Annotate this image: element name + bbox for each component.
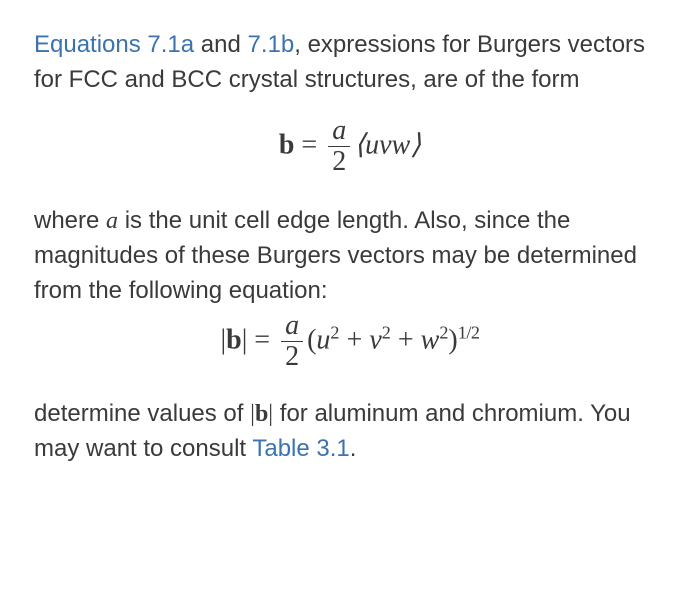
eq1-frac-num: a — [328, 116, 350, 148]
paragraph-2: where a is the unit cell edge length. Al… — [34, 204, 666, 308]
eq2-equals: = — [247, 324, 277, 355]
eq2-u: u — [316, 324, 330, 355]
eq2-frac-num: a — [281, 311, 303, 343]
text: and — [194, 31, 247, 58]
link-eq-7-1b[interactable]: 7.1b — [248, 31, 295, 58]
eq2-frac-den: 2 — [281, 342, 303, 373]
eq2-v-sq: 2 — [382, 322, 391, 342]
link-eq-7-1a[interactable]: Equations 7.1a — [34, 31, 194, 58]
eq2-v: v — [369, 324, 381, 355]
var-b-mag: |b| — [250, 401, 273, 427]
eq1-rhs: ⟨uvw⟩ — [354, 129, 421, 160]
eq2-lhs: ||b|b| — [221, 324, 248, 355]
paragraph-3: determine values of |b| for aluminum and… — [34, 397, 666, 467]
eq1-frac-den: 2 — [328, 147, 350, 178]
text: . — [350, 435, 357, 462]
problem-text: Equations 7.1a and 7.1b, expressions for… — [34, 28, 666, 467]
eq1-equals: = — [294, 129, 324, 160]
eq2-plus1: + — [340, 324, 370, 355]
text: where — [34, 207, 106, 234]
var-a: a — [106, 208, 118, 234]
eq1-lhs: b — [279, 129, 295, 160]
equation-2: ||b|b| = a2(u2 + v2 + w2)1/2 — [34, 311, 666, 374]
eq2-paren-close: ) — [448, 324, 457, 355]
equation-1: b = a2⟨uvw⟩ — [34, 116, 666, 179]
eq2-fraction: a2 — [281, 311, 303, 374]
eq1-fraction: a2 — [328, 116, 350, 179]
eq2-u-sq: 2 — [330, 322, 339, 342]
eq2-exp: 1/2 — [458, 322, 480, 342]
eq2-w: w — [421, 324, 440, 355]
link-table-3-1[interactable]: Table 3.1 — [252, 435, 349, 462]
text: determine values of — [34, 400, 250, 427]
paragraph-1: Equations 7.1a and 7.1b, expressions for… — [34, 28, 666, 98]
text: is the unit cell edge length. Also, sinc… — [34, 207, 637, 304]
eq2-plus2: + — [391, 324, 421, 355]
